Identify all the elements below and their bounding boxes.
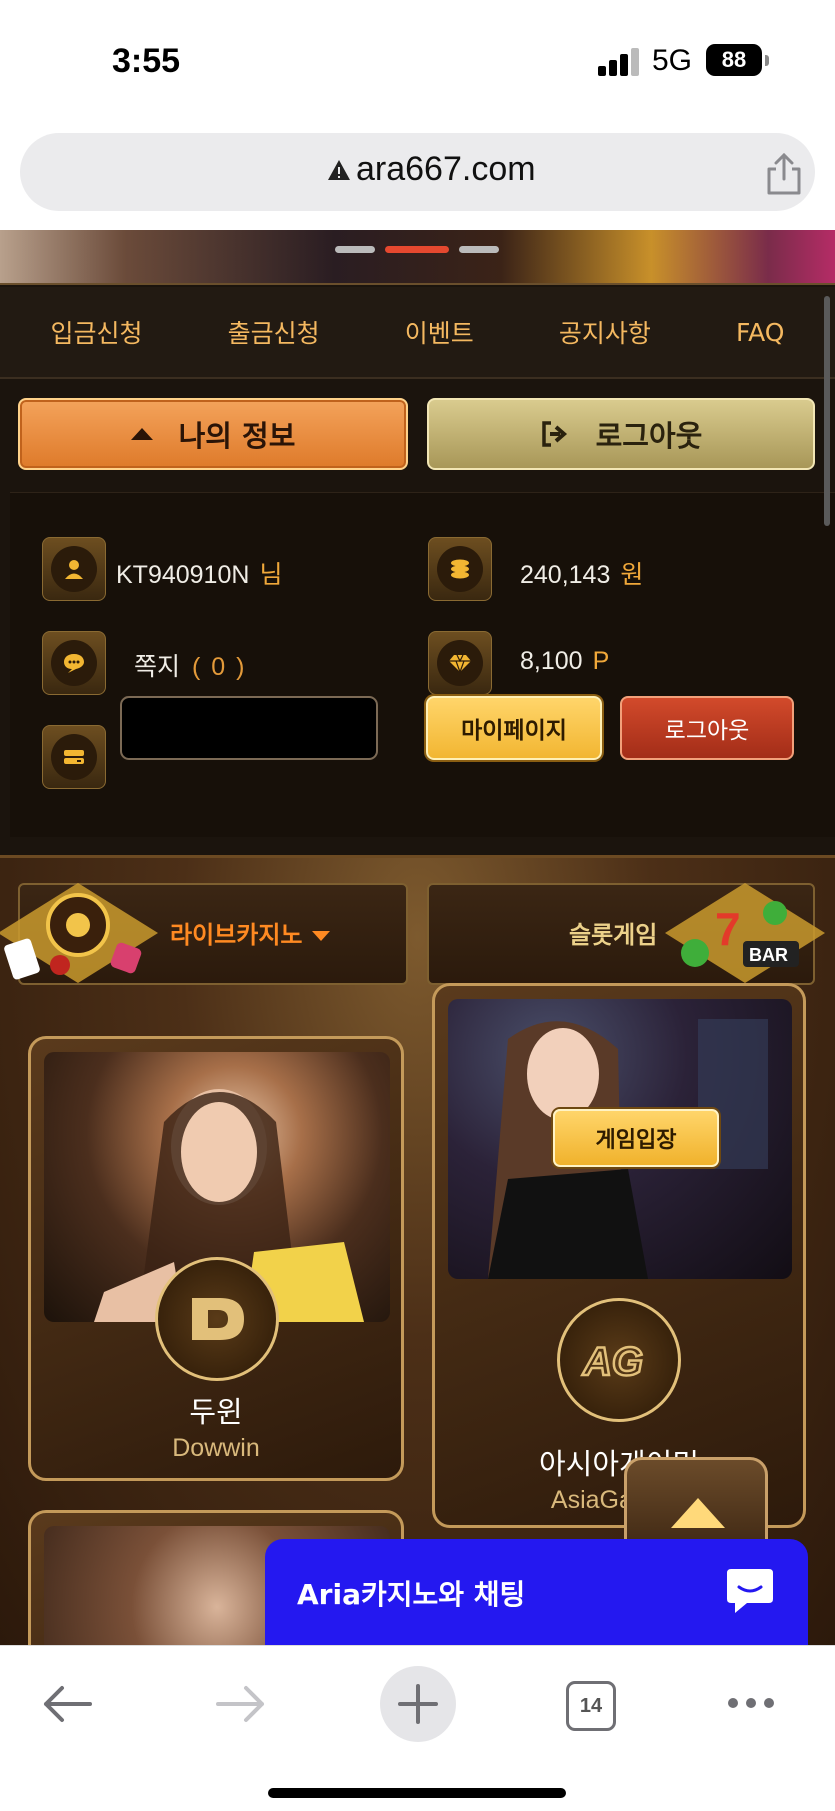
new-tab-button[interactable] (380, 1666, 456, 1742)
banner-carousel[interactable] (0, 230, 835, 285)
my-info-button[interactable]: 나의 정보 (18, 398, 408, 470)
plus-icon (398, 1684, 438, 1724)
my-info-label: 나의 정보 (178, 419, 296, 453)
cellular-signal-icon (598, 46, 640, 76)
diamond-icon (428, 631, 492, 695)
carousel-dots[interactable] (335, 238, 509, 253)
more-options-icon[interactable] (726, 1696, 776, 1710)
wallet-icon (42, 725, 106, 789)
tab-slot-label: 슬롯게임 (569, 921, 658, 949)
nav-withdraw[interactable]: 출금신청 (228, 314, 320, 350)
provider-card-dowwin[interactable]: 두윈 Dowwin (28, 1036, 404, 1481)
tab-switcher-button[interactable]: 14 (566, 1681, 616, 1731)
chat-widget[interactable]: Aria카지노와 채팅 (265, 1539, 808, 1645)
points-line: 8,100 P (520, 647, 609, 676)
address-bar[interactable]: ara667.com (20, 133, 815, 211)
provider-sub: Dowwin (172, 1434, 260, 1462)
balance-unit: 원 (620, 561, 644, 589)
share-icon[interactable] (764, 153, 804, 195)
back-arrow-icon[interactable] (40, 1684, 94, 1724)
arrow-up-icon (671, 1498, 725, 1528)
svg-text:BAR: BAR (749, 945, 788, 965)
tab-live-label: 라이브카지노 (170, 915, 331, 950)
warning-icon (328, 160, 350, 180)
nav-deposit[interactable]: 입금신청 (51, 314, 143, 350)
tab-slot-games[interactable]: 7 BAR 슬롯게임 (427, 883, 825, 985)
provider-name: 두윈 (189, 1395, 243, 1429)
message-line[interactable]: 쪽지 ( 0 ) (134, 647, 246, 683)
svg-text:7: 7 (715, 903, 741, 955)
user-suffix: 님 (259, 561, 283, 589)
balance-value: 240,143 (520, 561, 611, 589)
nav-event[interactable]: 이벤트 (405, 314, 474, 350)
sign-out-icon (541, 421, 567, 447)
mypage-button[interactable]: 마이페이지 (426, 696, 602, 760)
asiagaming-logo-icon: AG (557, 1298, 681, 1422)
message-label: 쪽지 (134, 653, 181, 681)
status-time: 3:55 (112, 42, 181, 80)
user-icon (42, 537, 106, 601)
scrollbar[interactable] (824, 296, 830, 526)
points-value: 8,100 (520, 647, 583, 675)
logout-small-button[interactable]: 로그아웃 (620, 696, 794, 760)
chat-bubble-icon (727, 1569, 773, 1613)
nav-faq[interactable]: FAQ (736, 318, 784, 347)
slot-decoration-icon: 7 BAR (665, 883, 825, 983)
balance-line: 240,143 원 (520, 555, 643, 591)
site-content: 입금신청 출금신청 이벤트 공지사항 FAQ 나의 정보 로그아웃 KT9409… (0, 230, 835, 1645)
forward-arrow-icon[interactable] (214, 1684, 268, 1724)
status-bar: 3:55 5G 88 (0, 0, 835, 120)
coins-icon (428, 537, 492, 601)
asiagaming-dealer-photo: 게임입장 (448, 999, 792, 1279)
url-text: ara667.com (356, 150, 536, 188)
message-icon[interactable] (42, 631, 106, 695)
caret-down-icon (312, 931, 331, 941)
tab-live-casino[interactable]: 라이브카지노 (0, 883, 408, 985)
user-id-line: KT940910N 님 (116, 555, 282, 591)
account-blank-field (120, 696, 378, 760)
home-indicator (268, 1788, 566, 1798)
dowwin-logo-icon (155, 1257, 279, 1381)
battery-icon: 88 (706, 44, 769, 76)
message-count: ( 0 ) (192, 653, 247, 681)
main-nav: 입금신청 출금신청 이벤트 공지사항 FAQ (0, 287, 835, 379)
provider-card-asiagaming[interactable]: 게임입장 AG 아시아게이밍 AsiaGaming (432, 983, 806, 1528)
svg-text:AG: AG (582, 1340, 643, 1384)
network-type: 5G (652, 44, 693, 77)
roulette-decoration-icon (0, 883, 158, 983)
user-id: KT940910N (116, 561, 250, 589)
browser-toolbar: 14 (0, 1645, 835, 1811)
chat-label: Aria카지노와 채팅 (297, 1578, 526, 1611)
logout-label: 로그아웃 (595, 419, 703, 453)
caret-up-icon (130, 428, 153, 440)
account-actions: 나의 정보 로그아웃 (0, 398, 835, 470)
game-enter-button[interactable]: 게임입장 (553, 1109, 719, 1167)
account-info-panel: KT940910N 님 240,143 원 쪽지 ( 0 ) 8,100 P (10, 492, 835, 837)
nav-notice[interactable]: 공지사항 (559, 314, 651, 350)
points-unit: P (592, 647, 610, 675)
logout-button[interactable]: 로그아웃 (427, 398, 815, 470)
